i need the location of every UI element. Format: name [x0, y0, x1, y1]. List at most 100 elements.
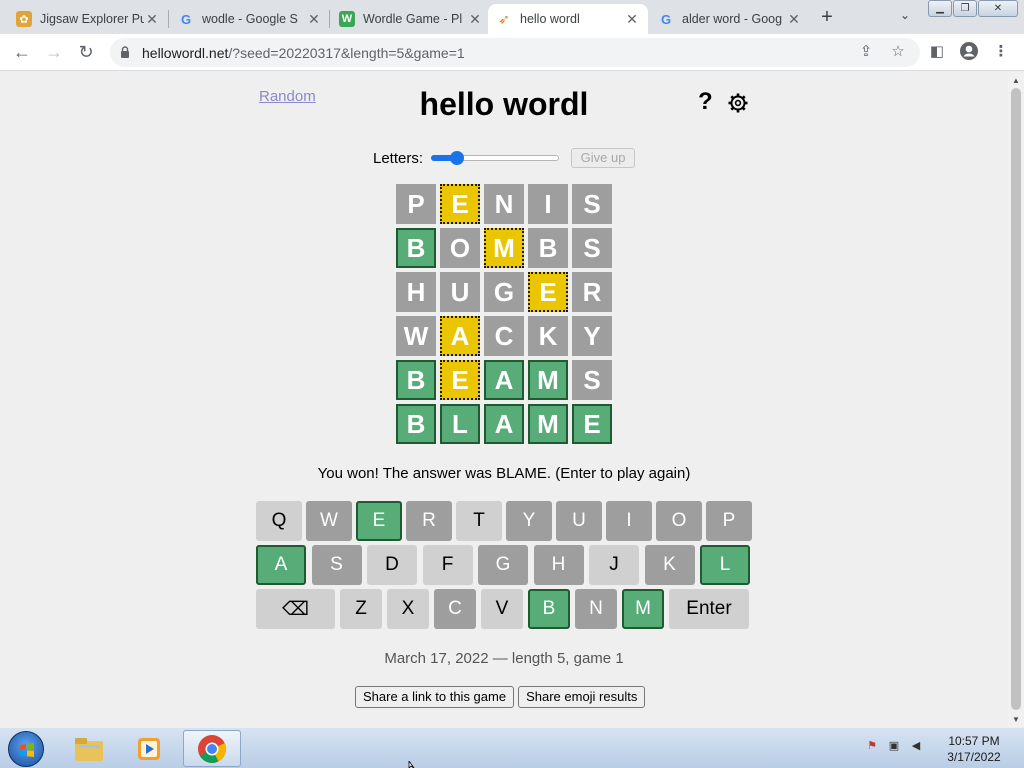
key-enter[interactable]: Enter: [669, 589, 749, 629]
key-g[interactable]: G: [478, 545, 528, 585]
new-tab-button[interactable]: +: [816, 6, 838, 28]
side-panel-icon[interactable]: ◧: [926, 41, 948, 63]
start-button[interactable]: [8, 731, 44, 767]
key-t[interactable]: T: [456, 501, 502, 541]
forward-button[interactable]: →: [42, 40, 66, 64]
restore-window-button[interactable]: ❐: [953, 0, 977, 17]
help-icon[interactable]: ?: [698, 88, 713, 116]
tab-jigsaw-explorer[interactable]: ✿ Jigsaw Explorer Pu ✕: [8, 4, 168, 34]
key-k[interactable]: K: [644, 545, 695, 585]
key-n[interactable]: N: [575, 589, 617, 629]
tile-absent: S: [572, 184, 612, 224]
key-i[interactable]: I: [606, 501, 652, 541]
tile-correct: M: [528, 404, 568, 444]
key-e[interactable]: E: [356, 501, 402, 541]
close-tab-icon[interactable]: ✕: [306, 11, 322, 28]
key-p[interactable]: P: [706, 501, 752, 541]
tab-search-chevron-icon[interactable]: ⌄: [896, 8, 914, 26]
tab-title: alder word - Goog: [682, 12, 783, 26]
key-x[interactable]: X: [387, 589, 429, 629]
share-icon[interactable]: ⇪: [856, 42, 876, 62]
url-path: /?seed=20220317&length=5&game=1: [228, 45, 465, 61]
key-w[interactable]: W: [306, 501, 352, 541]
tile-correct: L: [440, 404, 480, 444]
key-a[interactable]: A: [256, 545, 306, 585]
tab-google-wodle[interactable]: G wodle - Google S ✕: [170, 4, 330, 34]
tile-absent: O: [440, 228, 480, 268]
letters-label: Letters:: [373, 149, 424, 167]
slider-thumb[interactable]: [450, 151, 465, 165]
keyboard-row: QWERTYUIOP: [256, 501, 752, 541]
key-q[interactable]: Q: [256, 501, 302, 541]
tile-correct: M: [528, 360, 568, 400]
clock-time: 10:57 PM: [948, 734, 1000, 748]
tile-absent: N: [484, 184, 524, 224]
letters-control: Letters: Give up: [373, 147, 636, 169]
tile-present: E: [440, 184, 480, 224]
scrollbar-thumb[interactable]: [1011, 88, 1021, 710]
close-tab-icon[interactable]: ✕: [624, 11, 640, 28]
key-s[interactable]: S: [311, 545, 362, 585]
profile-avatar-icon[interactable]: [958, 41, 980, 63]
key-m[interactable]: M: [622, 589, 664, 629]
minimize-window-button[interactable]: ▁: [928, 0, 952, 17]
key-h[interactable]: H: [533, 545, 584, 585]
keyboard-row: ⌫ Z X C V B N M Enter: [256, 589, 752, 629]
page-scrollbar[interactable]: ▲ ▼: [1008, 72, 1024, 727]
board-row: BEAMS: [396, 360, 616, 400]
tab-wordle-game[interactable]: W Wordle Game - Pl ✕: [331, 4, 491, 34]
close-window-button[interactable]: ✕: [978, 0, 1018, 17]
taskbar-chrome[interactable]: [183, 730, 241, 767]
back-button[interactable]: ←: [10, 40, 34, 64]
tile-absent: S: [572, 228, 612, 268]
tab-hello-wordl[interactable]: ➶ hello wordl ✕: [488, 4, 648, 34]
settings-gear-icon[interactable]: [727, 92, 749, 114]
letters-slider[interactable]: [431, 150, 560, 166]
close-tab-icon[interactable]: ✕: [786, 11, 802, 28]
key-l[interactable]: L: [700, 545, 750, 585]
scroll-up-arrow-icon[interactable]: ▲: [1012, 76, 1020, 85]
key-y[interactable]: Y: [506, 501, 552, 541]
system-tray: ⚑ ▣ ◀: [864, 738, 930, 754]
key-f[interactable]: F: [422, 545, 473, 585]
game-board: PENISBOMBSHUGERWACKYBEAMSBLAME: [396, 184, 616, 448]
key-u[interactable]: U: [556, 501, 602, 541]
keyboard-row: ASDFGHJKL: [256, 545, 752, 585]
bookmark-star-icon[interactable]: ☆: [888, 42, 908, 62]
give-up-button[interactable]: Give up: [571, 148, 636, 168]
key-v[interactable]: V: [481, 589, 523, 629]
board-row: PENIS: [396, 184, 616, 224]
page-title: hello wordl: [419, 86, 589, 122]
browser-menu-icon[interactable]: ⋮: [990, 41, 1012, 63]
tile-absent: S: [572, 360, 612, 400]
action-center-flag-icon[interactable]: ⚑: [864, 738, 880, 754]
network-icon[interactable]: ▣: [886, 738, 902, 754]
url-text[interactable]: hellowordl.net/?seed=20220317&length=5&g…: [142, 45, 465, 61]
taskbar-explorer[interactable]: [60, 730, 118, 767]
volume-icon[interactable]: ◀: [908, 738, 924, 754]
key-o[interactable]: O: [656, 501, 702, 541]
key-backspace[interactable]: ⌫: [256, 589, 335, 629]
google-favicon-icon: G: [180, 11, 192, 27]
address-bar[interactable]: hellowordl.net/?seed=20220317&length=5&g…: [110, 38, 920, 67]
key-j[interactable]: J: [589, 545, 639, 585]
key-d[interactable]: D: [367, 545, 417, 585]
tile-correct: B: [396, 404, 436, 444]
tab-google-alder[interactable]: G alder word - Goog ✕: [650, 4, 810, 34]
tile-absent: C: [484, 316, 524, 356]
close-tab-icon[interactable]: ✕: [144, 11, 160, 28]
on-screen-keyboard: Q W E R T Y U I O P A S D F G H J K L ⌫ Z X C V B N M Enter: [256, 501, 752, 633]
taskbar-media-player[interactable]: [120, 730, 178, 767]
key-z[interactable]: Z: [340, 589, 382, 629]
key-b[interactable]: B: [528, 589, 570, 629]
taskbar-clock[interactable]: 10:57 PM 3/17/2022: [936, 733, 1012, 765]
key-c[interactable]: C: [434, 589, 476, 629]
mouse-cursor-icon: [408, 761, 415, 768]
share-emoji-button[interactable]: Share emoji results: [518, 686, 646, 708]
media-player-icon: [138, 737, 160, 760]
reload-button[interactable]: ↻: [74, 40, 98, 64]
scroll-down-arrow-icon[interactable]: ▼: [1012, 715, 1020, 724]
close-tab-icon[interactable]: ✕: [467, 11, 483, 28]
share-link-button[interactable]: Share a link to this game: [355, 686, 515, 708]
key-r[interactable]: R: [406, 501, 452, 541]
